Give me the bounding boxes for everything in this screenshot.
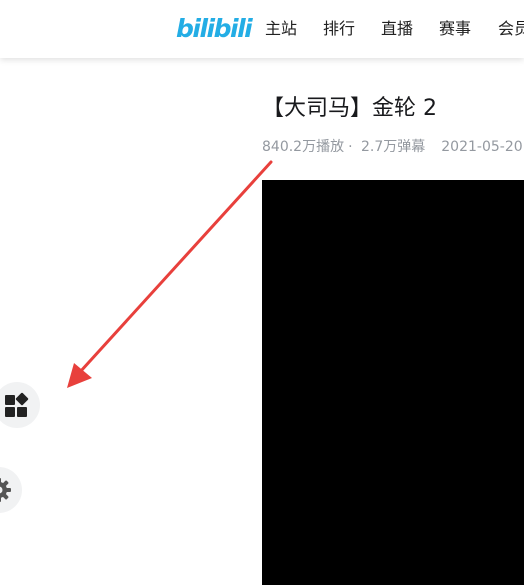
video-title: 【大司马】金轮 2: [262, 96, 437, 121]
nav-item-main-site[interactable]: 主站: [265, 18, 297, 40]
top-header: bilibili 主站 排行 直播 赛事 会员: [0, 0, 524, 58]
meta-separator: ·: [348, 139, 353, 155]
view-count: 840.2万播放: [262, 139, 345, 155]
nav-item-membership[interactable]: 会员: [498, 18, 524, 40]
bilibili-logo[interactable]: bilibili: [176, 12, 253, 46]
video-meta: 840.2万播放· 2.7万弹幕 2021-05-20 1: [262, 137, 524, 157]
nav-item-ranking[interactable]: 排行: [323, 18, 355, 40]
video-player[interactable]: [262, 180, 524, 585]
nav-item-esports[interactable]: 赛事: [439, 18, 471, 40]
apps-icon: [5, 392, 29, 417]
apps-button[interactable]: [0, 382, 40, 428]
publish-date: 2021-05-20 1: [441, 139, 524, 155]
nav-item-live[interactable]: 直播: [381, 18, 413, 40]
danmaku-count: 2.7万弹幕: [361, 139, 426, 155]
settings-button[interactable]: [0, 467, 22, 513]
gear-icon: [0, 478, 11, 502]
